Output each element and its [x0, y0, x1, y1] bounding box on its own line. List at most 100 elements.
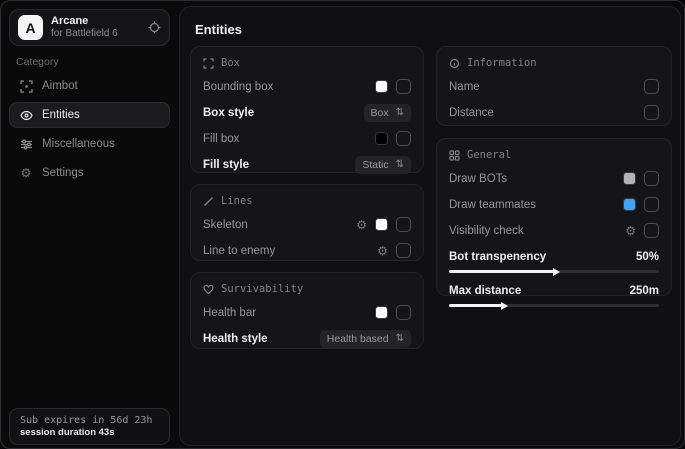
sidebar-item-label: Settings	[42, 167, 84, 179]
fill-style-dropdown[interactable]: Static ⇅	[355, 156, 411, 174]
setting-row-name: Name	[449, 78, 659, 95]
card-title: Survivability	[221, 283, 303, 295]
lines-card-header: Lines	[203, 195, 411, 207]
sidebar-nav: Aimbot Entities Miscella	[9, 73, 170, 186]
info-scan-icon	[449, 58, 460, 69]
setting-label: Draw BOTs	[449, 173, 507, 185]
sliders-icon	[19, 138, 33, 151]
crosshair-icon[interactable]	[148, 21, 161, 34]
card-title: Box	[221, 57, 240, 69]
color-swatch[interactable]	[375, 80, 388, 93]
app-title-block: Arcane for Battlefield 6	[51, 15, 140, 39]
sidebar: A Arcane for Battlefield 6 Category	[1, 1, 179, 448]
sub-expiry-text: Sub expires in 56d 23h	[20, 415, 159, 426]
sidebar-item-aimbot[interactable]: Aimbot	[9, 73, 170, 99]
chevron-updown-icon: ⇅	[396, 333, 404, 344]
gear-icon: ⚙	[19, 167, 33, 179]
max-distance-slider[interactable]	[449, 304, 659, 307]
box-card-header: Box	[203, 57, 411, 69]
draw-bots-checkbox[interactable]	[644, 171, 659, 186]
app-name: Arcane	[51, 15, 140, 28]
setting-row-health-bar: Health bar	[203, 304, 411, 321]
setting-row-draw-teammates: Draw teammates	[449, 196, 659, 213]
gear-icon[interactable]: ⚙	[625, 225, 636, 237]
lines-card: Lines Skeleton ⚙ Line to enemy ⚙	[190, 184, 424, 261]
session-duration-text: session duration 43s	[20, 427, 159, 438]
health-style-dropdown[interactable]: Health based ⇅	[320, 330, 411, 348]
sidebar-item-label: Entities	[42, 109, 80, 121]
bounding-box-checkbox[interactable]	[396, 79, 411, 94]
card-title: Information	[467, 57, 537, 69]
sidebar-item-settings[interactable]: ⚙ Settings	[9, 160, 170, 186]
box-brackets-icon	[203, 58, 214, 69]
information-card-header: Information	[449, 57, 659, 69]
color-swatch[interactable]	[623, 198, 636, 211]
app-logo-letter: A	[25, 20, 35, 36]
setting-row-box-style: Box style Box ⇅	[203, 104, 411, 121]
visibility-check-checkbox[interactable]	[644, 223, 659, 238]
sidebar-item-miscellaneous[interactable]: Miscellaneous	[9, 131, 170, 157]
setting-label: Line to enemy	[203, 245, 275, 257]
color-swatch[interactable]	[375, 132, 388, 145]
setting-label: Box style	[203, 107, 254, 119]
card-title: Lines	[221, 195, 253, 207]
bot-transparency-slider[interactable]	[449, 270, 659, 273]
setting-label: Bot transpenency	[449, 251, 546, 263]
setting-row-fill-style: Fill style Static ⇅	[203, 156, 411, 173]
slider-value: 50%	[636, 251, 659, 263]
slider-thumb[interactable]	[553, 268, 560, 276]
setting-row-health-style: Health style Health based ⇅	[203, 330, 411, 347]
crosshair-scan-icon	[19, 80, 33, 93]
fill-box-checkbox[interactable]	[396, 131, 411, 146]
setting-row-draw-bots: Draw BOTs	[449, 170, 659, 187]
setting-label: Draw teammates	[449, 199, 536, 211]
setting-row-skeleton: Skeleton ⚙	[203, 216, 411, 233]
app-logo-card: A Arcane for Battlefield 6	[9, 9, 170, 46]
chevron-updown-icon: ⇅	[396, 159, 404, 170]
app-subtitle: for Battlefield 6	[51, 28, 140, 40]
entities-eye-icon	[19, 109, 33, 122]
setting-label: Max distance	[449, 285, 521, 297]
health-bar-checkbox[interactable]	[396, 305, 411, 320]
color-swatch[interactable]	[375, 306, 388, 319]
draw-teammates-checkbox[interactable]	[644, 197, 659, 212]
gear-icon[interactable]: ⚙	[356, 219, 367, 231]
setting-label: Name	[449, 81, 480, 93]
slider-thumb[interactable]	[501, 302, 508, 310]
setting-label: Bounding box	[203, 81, 273, 93]
setting-label: Distance	[449, 107, 494, 119]
information-card: Information Name Distance	[436, 46, 672, 126]
general-card-header: General	[449, 149, 659, 161]
skeleton-checkbox[interactable]	[396, 217, 411, 232]
survivability-card: Survivability Health bar Health style He…	[190, 272, 424, 349]
gear-icon[interactable]: ⚙	[377, 245, 388, 257]
setting-label: Fill box	[203, 133, 239, 145]
setting-row-distance: Distance	[449, 104, 659, 121]
chevron-updown-icon: ⇅	[396, 107, 404, 118]
setting-row-line-to-enemy: Line to enemy ⚙	[203, 242, 411, 259]
dropdown-value: Box	[371, 107, 389, 119]
heart-pulse-icon	[203, 284, 214, 295]
sidebar-item-label: Miscellaneous	[42, 138, 115, 150]
setting-label: Health bar	[203, 307, 256, 319]
subscription-info-box: Sub expires in 56d 23h session duration …	[9, 408, 170, 445]
sidebar-item-entities[interactable]: Entities	[9, 102, 170, 128]
category-label: Category	[16, 56, 59, 68]
main-panel: Entities Box Bounding box Box style Box	[179, 6, 681, 446]
setting-label: Fill style	[203, 159, 249, 171]
setting-label: Health style	[203, 333, 268, 345]
card-title: General	[467, 149, 511, 161]
distance-checkbox[interactable]	[644, 105, 659, 120]
grid-icon	[449, 150, 460, 161]
page-title: Entities	[195, 22, 242, 37]
setting-row-bounding-box: Bounding box	[203, 78, 411, 95]
color-swatch[interactable]	[623, 172, 636, 185]
box-style-dropdown[interactable]: Box ⇅	[364, 104, 411, 122]
sidebar-item-label: Aimbot	[42, 80, 78, 92]
line-to-enemy-checkbox[interactable]	[396, 243, 411, 258]
name-checkbox[interactable]	[644, 79, 659, 94]
dropdown-value: Health based	[327, 333, 389, 345]
color-swatch[interactable]	[375, 218, 388, 231]
setting-row-visibility-check: Visibility check ⚙	[449, 222, 659, 239]
setting-label: Visibility check	[449, 225, 524, 237]
